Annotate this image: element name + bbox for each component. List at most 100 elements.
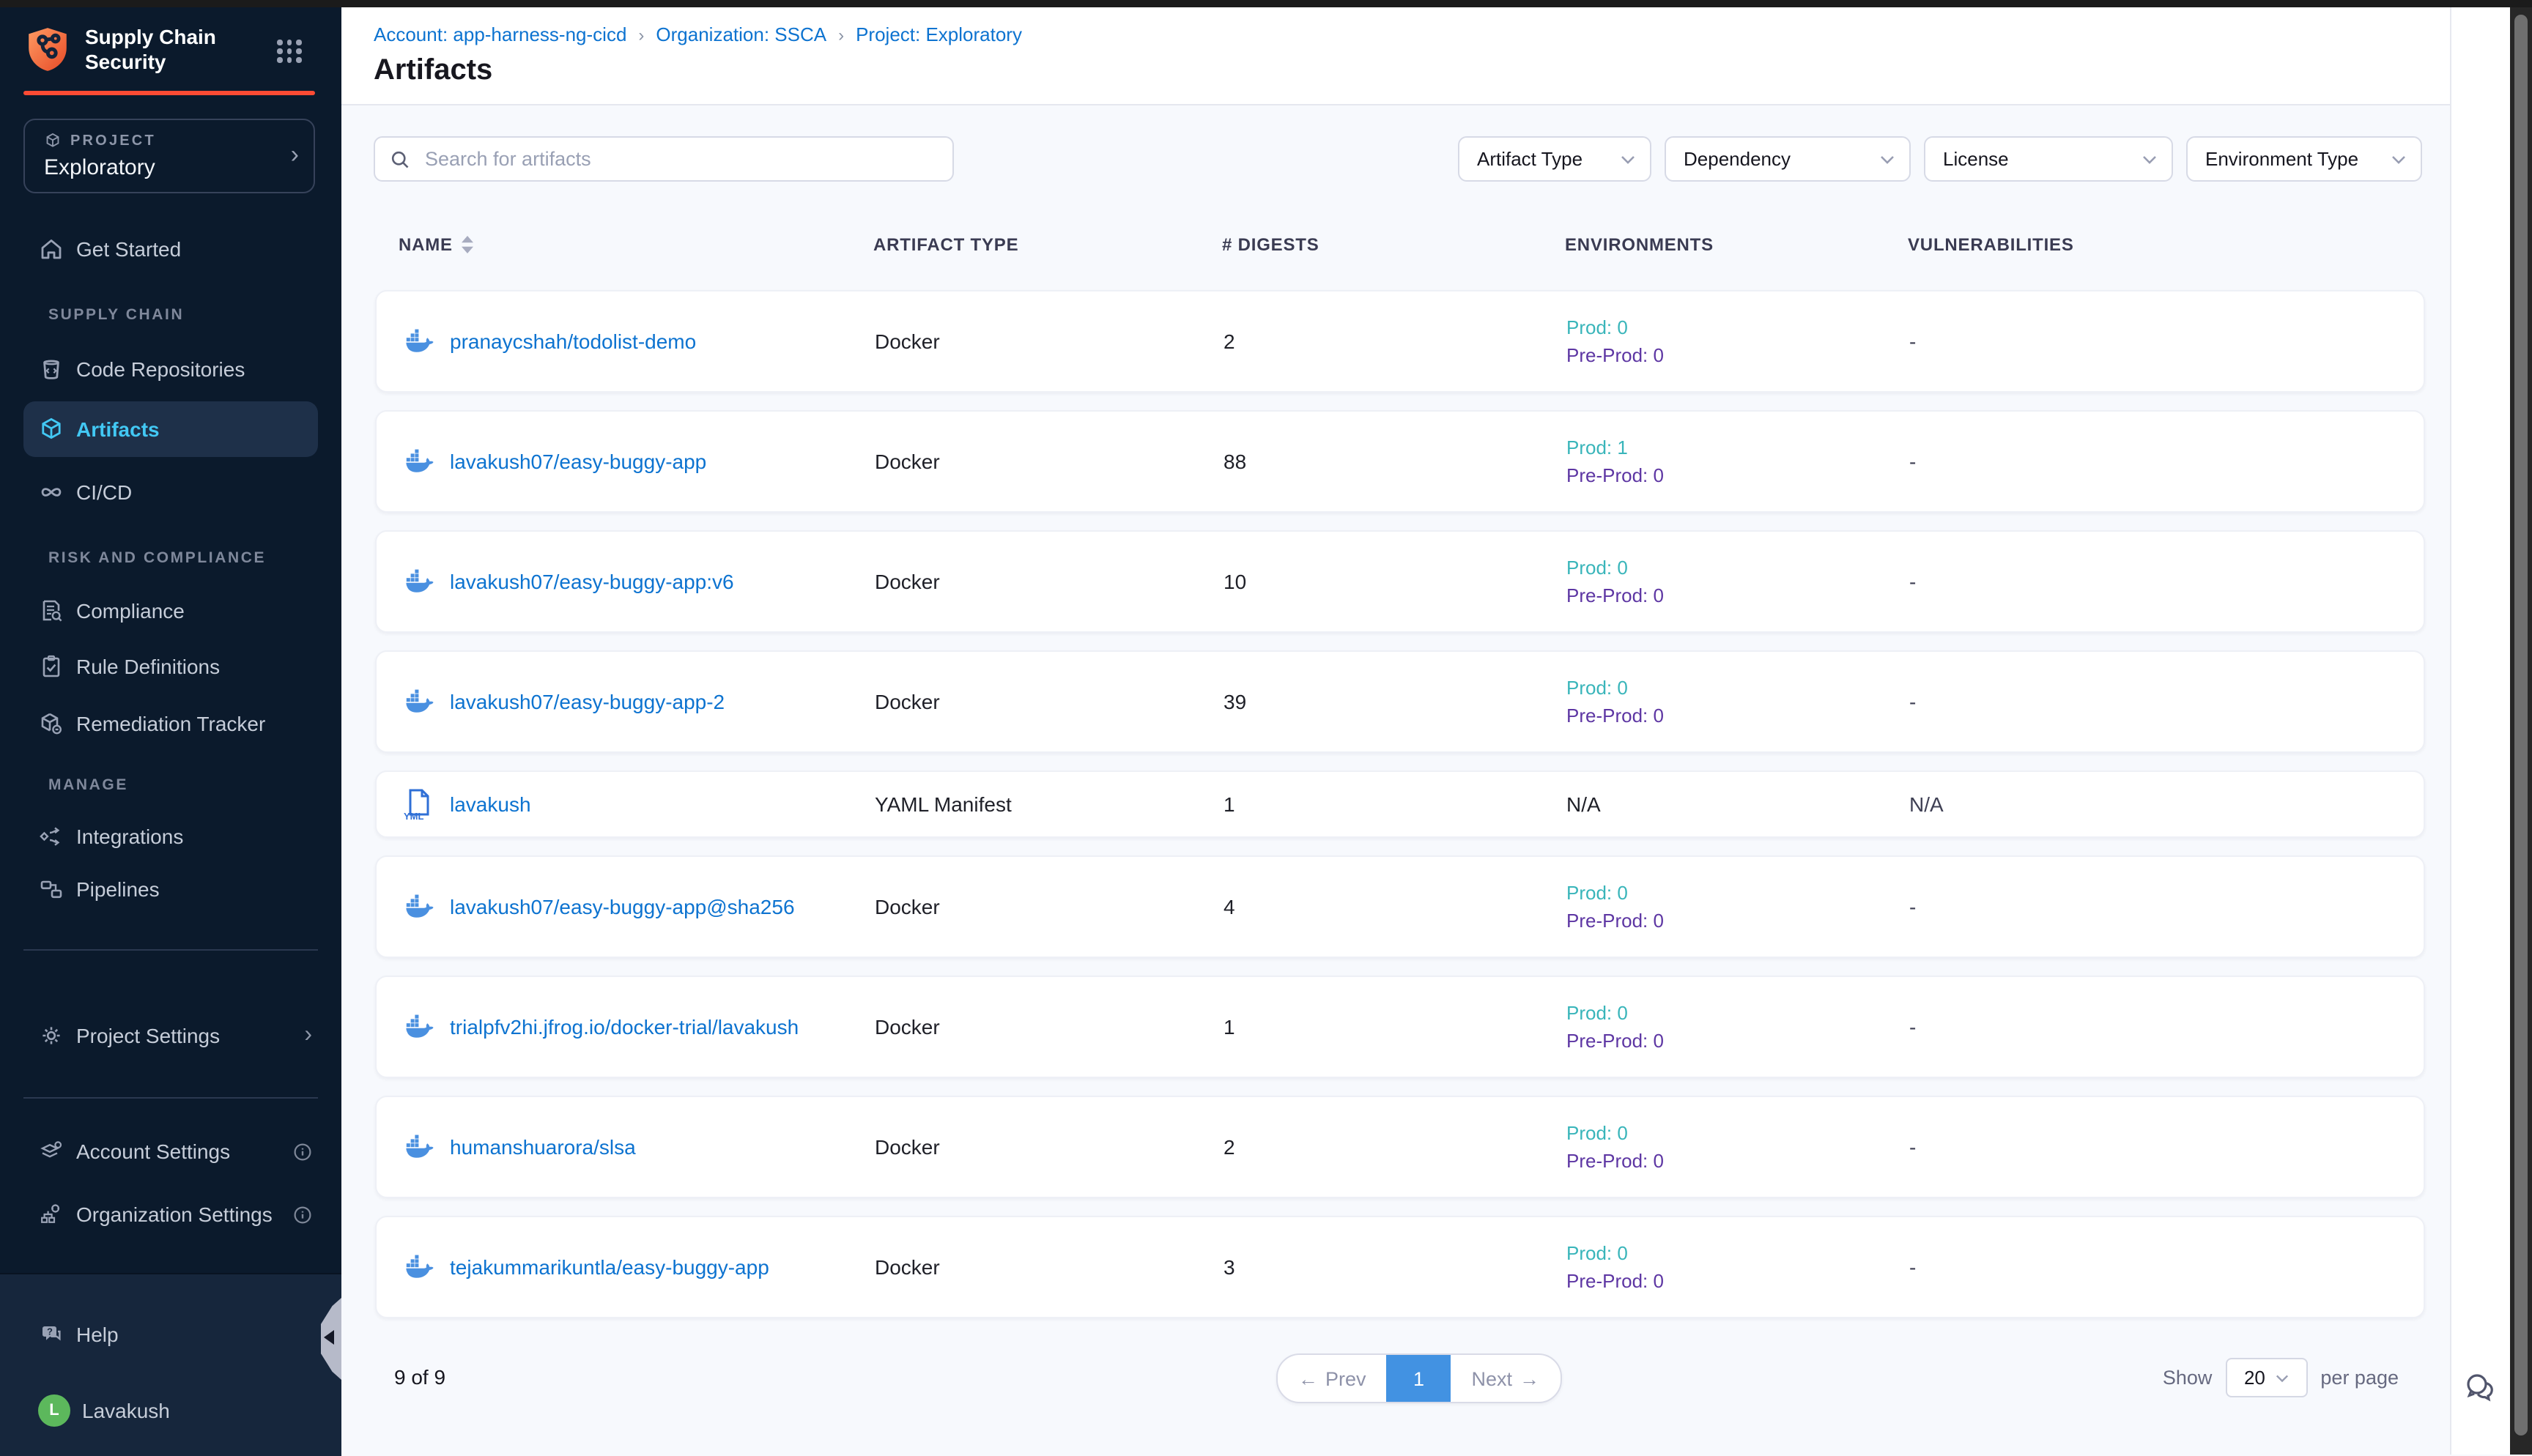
support-chat-icon[interactable] [2462, 1370, 2500, 1408]
sidebar-item-project-settings[interactable]: Project Settings › [0, 1011, 341, 1061]
next-page-button[interactable]: Next→ [1451, 1355, 1561, 1402]
artifact-type-cell: Docker [875, 690, 1224, 713]
breadcrumb-organization-link[interactable]: Organization: SSCA [656, 23, 826, 45]
search-input[interactable] [422, 146, 938, 171]
sidebar-item-compliance[interactable]: Compliance [0, 586, 341, 636]
chevron-down-icon [2142, 155, 2157, 163]
column-label: # DIGESTS [1222, 234, 1319, 255]
digests-cell: 4 [1224, 895, 1566, 918]
document-search-icon [38, 598, 64, 624]
table-row[interactable]: YML trialpfv2hi.jfrog.io/docker-trial/la… [375, 976, 2425, 1078]
vulnerabilities-cell: N/A [1909, 792, 2400, 816]
sidebar-item-cicd[interactable]: CI/CD [0, 467, 341, 517]
sidebar-item-rule-definitions[interactable]: Rule Definitions [0, 642, 341, 691]
artifact-name-link[interactable]: tejakummarikuntla/easy-buggy-app [450, 1255, 769, 1279]
table-row[interactable]: YML humanshuarora/slsa Docker 2 Prod: 0P… [375, 1096, 2425, 1198]
sidebar-item-label: Integrations [76, 825, 183, 848]
artifact-name-cell: YML pranaycshah/todolist-demo [400, 324, 875, 359]
table-header: NAME ARTIFACT TYPE # DIGESTS ENVIRONMENT… [375, 234, 2425, 255]
project-selector[interactable]: PROJECT Exploratory › [23, 119, 315, 193]
artifact-name-cell: YML lavakush07/easy-buggy-app@sha256 [400, 889, 875, 924]
sidebar-item-account-settings[interactable]: Account Settings [0, 1126, 341, 1176]
artifact-name-link[interactable]: lavakush07/easy-buggy-app:v6 [450, 570, 734, 593]
app-switcher-grid-icon[interactable] [277, 40, 302, 62]
dependency-filter[interactable]: Dependency [1665, 136, 1911, 182]
table-row[interactable]: YML lavakush07/easy-buggy-app@sha256 Doc… [375, 855, 2425, 958]
digests-cell: 3 [1224, 1255, 1566, 1279]
docker-icon [400, 1249, 435, 1285]
sidebar-item-remediation-tracker[interactable]: Remediation Tracker [0, 699, 341, 749]
column-header-environments: ENVIRONMENTS [1565, 234, 1908, 255]
artifact-name-link[interactable]: lavakush [450, 792, 531, 816]
arrow-right-icon: → [1519, 1367, 1539, 1389]
artifact-name-cell: YML lavakush07/easy-buggy-app-2 [400, 684, 875, 719]
user-avatar: L [38, 1394, 70, 1427]
sidebar-item-label: Account Settings [76, 1140, 230, 1163]
sidebar-item-integrations[interactable]: Integrations [0, 811, 341, 861]
artifact-type-cell: Docker [875, 1135, 1224, 1159]
sidebar-item-help[interactable]: ? Help [0, 1310, 341, 1359]
project-label: PROJECT [70, 133, 156, 149]
artifact-name-link[interactable]: humanshuarora/slsa [450, 1135, 636, 1159]
sidebar-item-artifacts-active[interactable]: Artifacts [23, 401, 318, 457]
sidebar-item-label: Artifacts [76, 417, 160, 441]
environment-type-filter[interactable]: Environment Type [2186, 136, 2422, 182]
column-label: NAME [399, 234, 453, 255]
pipelines-icon [38, 876, 64, 902]
breadcrumb-project-link[interactable]: Project: Exploratory [856, 23, 1022, 45]
artifact-type-filter[interactable]: Artifact Type [1458, 136, 1651, 182]
column-header-name[interactable]: NAME [399, 234, 873, 255]
license-filter[interactable]: License [1924, 136, 2173, 182]
filter-bar: Artifact Type Dependency License Environ… [1458, 136, 2422, 182]
page-size-select[interactable]: 20 [2225, 1358, 2307, 1397]
sidebar-item-pipelines[interactable]: Pipelines [0, 864, 341, 914]
artifact-name-link[interactable]: trialpfv2hi.jfrog.io/docker-trial/lavaku… [450, 1015, 799, 1039]
svg-text:?: ? [47, 1326, 53, 1337]
artifact-name-link[interactable]: lavakush07/easy-buggy-app-2 [450, 690, 725, 713]
scrollbar-thumb[interactable] [2514, 15, 2528, 1435]
sidebar-item-code-repositories[interactable]: Code Repositories [0, 344, 341, 394]
vulnerabilities-cell: - [1909, 1255, 2400, 1279]
table-row[interactable]: YML pranaycshah/todolist-demo Docker 2 P… [375, 290, 2425, 393]
help-chat-icon: ? [38, 1321, 64, 1348]
main-content: Account: app-harness-ng-cicd › Organizat… [341, 7, 2450, 1455]
artifact-name-cell: YML lavakush07/easy-buggy-app:v6 [400, 564, 875, 599]
sidebar-item-label: Help [76, 1323, 119, 1346]
table-row[interactable]: YML lavakush07/easy-buggy-app:v6 Docker … [375, 530, 2425, 633]
nav-section-manage: MANAGE [48, 776, 128, 794]
docker-icon [400, 564, 435, 599]
artifact-name-link[interactable]: lavakush07/easy-buggy-app [450, 450, 706, 473]
info-icon[interactable] [293, 1142, 312, 1161]
table-row[interactable]: YML lavakush07/easy-buggy-app-2 Docker 3… [375, 650, 2425, 753]
project-cube-icon [44, 132, 62, 149]
home-icon [38, 236, 64, 262]
table-row[interactable]: YML lavakush YAML Manifest 1 N/A N/A [375, 770, 2425, 838]
vulnerabilities-cell: - [1909, 1015, 2400, 1039]
info-icon[interactable] [293, 1205, 312, 1224]
sort-icon[interactable] [462, 236, 473, 253]
table-row[interactable]: YML lavakush07/easy-buggy-app Docker 88 … [375, 410, 2425, 513]
page-header: Account: app-harness-ng-cicd › Organizat… [341, 7, 2450, 105]
breadcrumb: Account: app-harness-ng-cicd › Organizat… [374, 23, 1022, 45]
prev-page-button[interactable]: ←Prev [1278, 1355, 1387, 1402]
artifact-type-cell: Docker [875, 570, 1224, 593]
breadcrumb-separator: › [638, 24, 644, 45]
breadcrumb-account-link[interactable]: Account: app-harness-ng-cicd [374, 23, 626, 45]
column-label: ARTIFACT TYPE [873, 234, 1018, 255]
docker-icon [400, 1009, 435, 1044]
artifact-name-link[interactable]: lavakush07/easy-buggy-app@sha256 [450, 895, 795, 918]
vulnerabilities-cell: - [1909, 570, 2400, 593]
vulnerabilities-cell: - [1909, 1135, 2400, 1159]
page-size-control: Show 20 per page [2163, 1358, 2399, 1397]
current-page-button[interactable]: 1 [1387, 1355, 1451, 1402]
sidebar-item-label: Remediation Tracker [76, 712, 265, 735]
nav-section-supply-chain: SUPPLY CHAIN [48, 306, 184, 324]
sidebar-item-organization-settings[interactable]: Organization Settings [0, 1189, 341, 1239]
sidebar-item-get-started[interactable]: Get Started [0, 224, 341, 274]
table-row[interactable]: YML tejakummarikuntla/easy-buggy-app Doc… [375, 1216, 2425, 1318]
artifact-name-link[interactable]: pranaycshah/todolist-demo [450, 330, 696, 353]
user-menu[interactable]: L Lavakush [0, 1386, 341, 1435]
environments-cell: Prod: 0Pre-Prod: 0 [1566, 879, 1909, 935]
sidebar-item-label: Project Settings [76, 1024, 220, 1047]
brand-title: Supply Chain Security [85, 25, 216, 75]
